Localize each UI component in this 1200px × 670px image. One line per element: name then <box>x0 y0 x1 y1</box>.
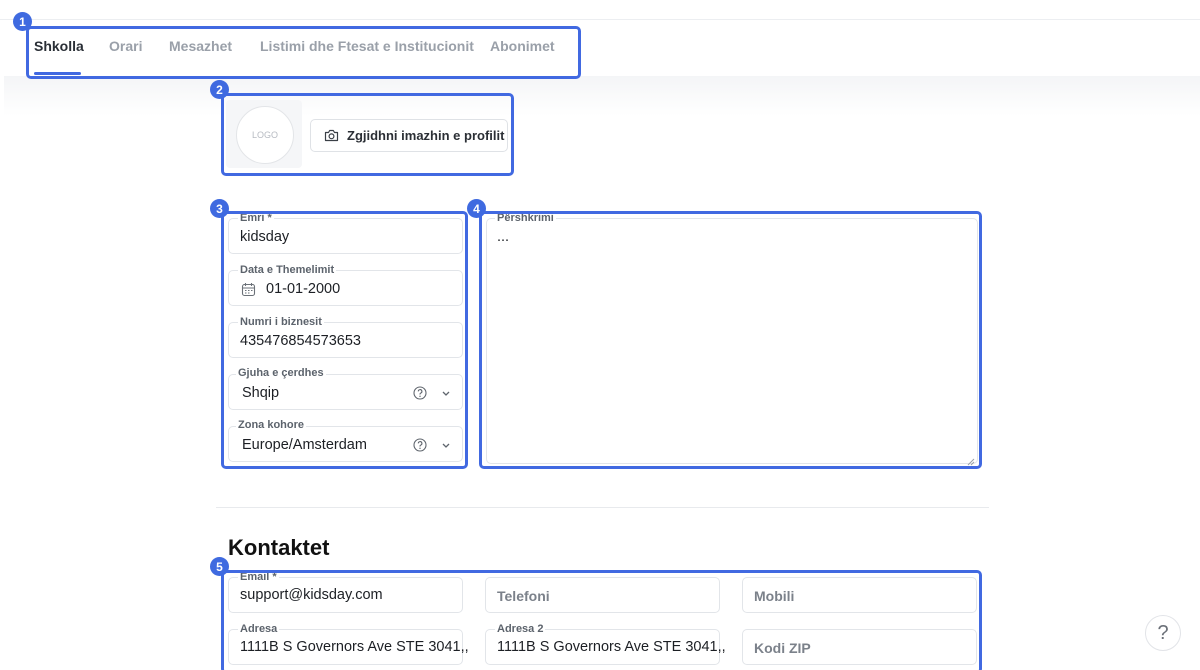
annotation-badge-1: 1 <box>13 12 32 31</box>
address2-label: Adresa 2 <box>495 623 546 635</box>
timezone-label: Zona kohore <box>236 419 307 431</box>
help-circle-icon[interactable] <box>412 385 427 400</box>
email-label: Email * <box>238 571 279 583</box>
description-value: ... <box>497 229 510 245</box>
tab-mesazhet[interactable]: Mesazhet <box>169 38 232 54</box>
phone-placeholder: Telefoni <box>497 588 550 604</box>
chevron-down-icon[interactable] <box>440 440 452 450</box>
annotation-badge-3: 3 <box>210 199 229 218</box>
section-divider <box>216 507 989 508</box>
name-value: kidsday <box>240 229 290 245</box>
logo-placeholder[interactable]: LOGO <box>236 106 294 164</box>
calendar-icon <box>240 281 256 297</box>
chevron-down-icon[interactable] <box>440 388 452 398</box>
tab-orari[interactable]: Orari <box>109 38 142 54</box>
name-label: Emri * <box>238 212 274 224</box>
email-value: support@kidsday.com <box>240 587 383 603</box>
mobile-placeholder: Mobili <box>754 588 795 604</box>
business-number-value: 435476854573653 <box>240 333 361 349</box>
active-tab-indicator <box>34 72 81 75</box>
choose-profile-image-label: Zgjidhni imazhin e profilit <box>347 128 505 143</box>
contacts-title: Kontaktet <box>228 535 330 560</box>
top-bar <box>0 0 1200 20</box>
annotation-badge-4: 4 <box>467 199 486 218</box>
timezone-value: Europe/Amsterdam <box>242 437 367 453</box>
business-number-label: Numri i biznesit <box>238 316 324 328</box>
help-circle-icon[interactable] <box>412 437 427 452</box>
founding-date-value: 01-01-2000 <box>266 281 341 297</box>
annotation-badge-5: 5 <box>210 557 229 576</box>
resize-handle-icon[interactable] <box>966 453 975 466</box>
zip-placeholder: Kodi ZIP <box>754 640 811 656</box>
language-label: Gjuha e çerdhes <box>236 367 326 379</box>
help-button[interactable]: ? <box>1145 615 1181 651</box>
description-label: Përshkrimi <box>495 212 556 224</box>
choose-profile-image-button[interactable]: Zgjidhni imazhin e profilit <box>310 119 508 152</box>
address2-value: 1111B S Governors Ave STE 3041,, <box>497 639 726 655</box>
tab-abonimet[interactable]: Abonimet <box>490 38 555 54</box>
founding-date-label: Data e Themelimit <box>238 264 337 276</box>
camera-icon <box>324 129 339 142</box>
description-textarea[interactable] <box>486 218 978 464</box>
tab-listimi[interactable]: Listimi dhe Ftesat e Institucionit <box>260 38 474 54</box>
address-value: 1111B S Governors Ave STE 3041,, <box>240 639 469 655</box>
annotation-badge-2: 2 <box>210 80 229 99</box>
tab-shkolla[interactable]: Shkolla <box>34 38 84 54</box>
language-value: Shqip <box>242 385 280 401</box>
address-label: Adresa <box>238 623 280 635</box>
